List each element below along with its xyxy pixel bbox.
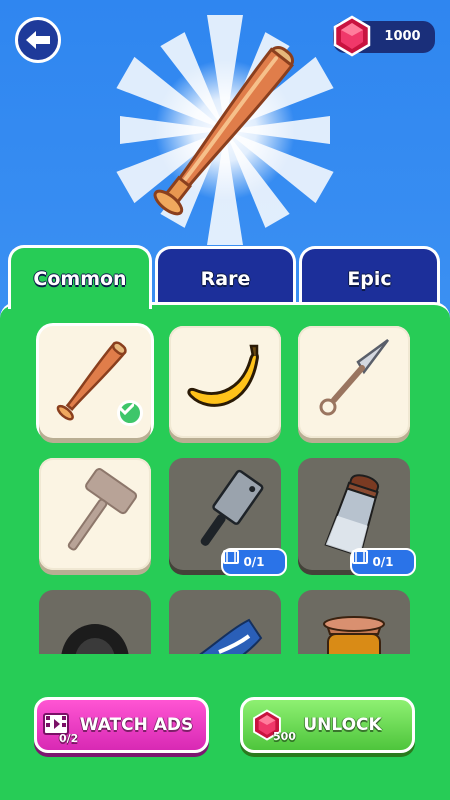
item-card-kunai[interactable] xyxy=(298,326,410,438)
item-card-banana[interactable] xyxy=(169,326,281,438)
tire-icon xyxy=(61,624,129,654)
item-card-honey-jar[interactable] xyxy=(298,590,410,654)
item-card-bat[interactable] xyxy=(39,326,151,438)
video-ad-icon xyxy=(352,550,368,564)
mallet-icon xyxy=(67,468,138,551)
kunai-icon xyxy=(319,338,389,416)
tab-rare[interactable]: Rare xyxy=(155,246,296,308)
item-card-tire[interactable] xyxy=(39,590,151,654)
watch-ads-count: 0/2 xyxy=(59,732,79,745)
tab-common-label: Common xyxy=(33,267,127,290)
back-button[interactable] xyxy=(15,17,61,63)
unlock-button[interactable]: 500 UNLOCK xyxy=(240,697,415,753)
item-card-salt-shaker[interactable]: 0/1 xyxy=(298,458,416,576)
selected-check-icon xyxy=(117,400,143,426)
watch-ads-label: WATCH ADS xyxy=(79,715,194,735)
sneaker-icon xyxy=(199,618,263,654)
ad-progress-badge: 0/1 xyxy=(350,548,416,576)
ad-progress-text: 0/1 xyxy=(372,555,394,569)
gem-counter: 1000 xyxy=(333,15,435,57)
banana-icon xyxy=(187,344,259,407)
tab-epic[interactable]: Epic xyxy=(299,246,440,308)
watch-ads-button[interactable]: 0/2 WATCH ADS xyxy=(34,697,209,753)
unlock-cost: 500 xyxy=(273,730,296,743)
item-card-sneaker[interactable] xyxy=(169,590,281,654)
arrow-left-icon xyxy=(26,31,50,49)
hero-bat-icon xyxy=(153,45,295,216)
tab-common[interactable]: Common xyxy=(8,245,152,309)
video-ad-icon xyxy=(223,550,239,564)
ad-progress-text: 0/1 xyxy=(243,555,265,569)
tab-rare-label: Rare xyxy=(200,267,251,290)
item-card-cleaver[interactable]: 0/1 xyxy=(169,458,287,576)
items-grid: 0/1 0/1 xyxy=(0,320,450,654)
gem-count: 1000 xyxy=(384,29,421,44)
ad-progress-badge: 0/1 xyxy=(221,548,287,576)
unlock-label: UNLOCK xyxy=(303,715,382,735)
tab-epic-label: Epic xyxy=(347,267,392,290)
honey-jar-icon xyxy=(323,616,385,654)
item-card-mallet[interactable] xyxy=(39,458,151,570)
